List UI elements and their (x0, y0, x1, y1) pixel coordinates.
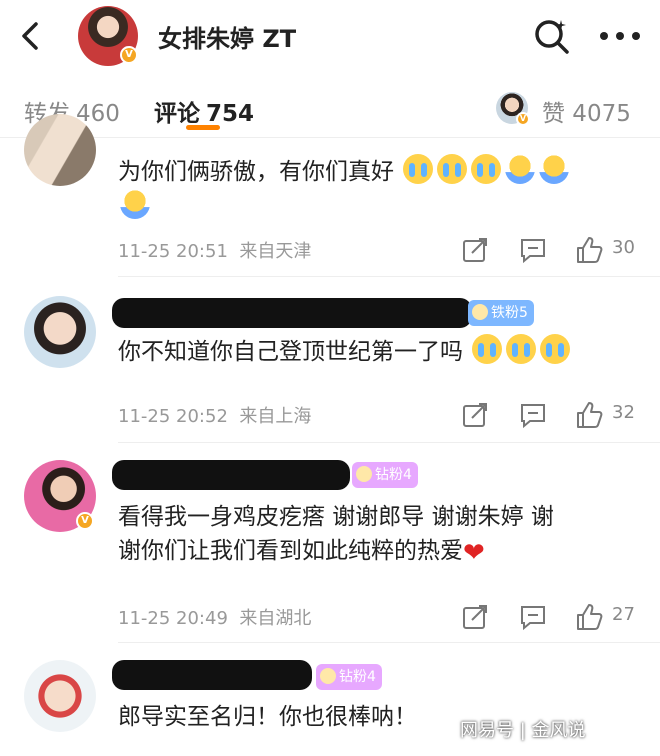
tab-comment[interactable]: 评论 754 (154, 94, 254, 128)
comment-time: 11-25 20:51 (118, 241, 228, 262)
more-icon[interactable] (598, 22, 642, 50)
tab-comment-count: 754 (206, 101, 255, 127)
fan-badge: 钻粉4 (316, 664, 382, 690)
thumb-up-icon[interactable] (574, 235, 604, 265)
commenter-avatar[interactable] (24, 296, 96, 368)
thumb-up-icon[interactable] (574, 400, 604, 430)
comment-text: 为你们俩骄傲，有你们真好 (118, 154, 638, 224)
crying-emoji (506, 334, 537, 364)
search-icon[interactable] (532, 16, 572, 56)
reply-icon[interactable] (518, 235, 548, 265)
like-count: 32 (612, 402, 635, 423)
share-icon[interactable] (460, 400, 490, 430)
tab-comment-label: 评论 (154, 101, 200, 127)
comment-actions: 32 (460, 400, 650, 430)
heart-emoji: ❤ (463, 538, 485, 568)
badge-icon (472, 304, 488, 320)
comment-location: 来自湖北 (239, 608, 312, 629)
crying-emoji (437, 154, 468, 184)
page-title[interactable]: 女排朱婷 ZT (158, 19, 296, 54)
comment-location: 来自天津 (239, 241, 312, 262)
comment-text: 看得我一身鸡皮疙瘩 谢谢郎导 谢谢朱婷 谢 谢你们让我们看到如此纯粹的热爱❤ (118, 500, 638, 570)
like-count: 27 (612, 604, 635, 625)
username-redacted[interactable] (112, 298, 472, 328)
watermark: 网易号 | 金风说 (460, 720, 586, 741)
comment-text-line: 为你们俩骄傲，有你们真好 (118, 159, 394, 185)
comment-time: 11-25 20:52 (118, 406, 228, 427)
badge-icon (356, 466, 372, 482)
reply-icon[interactable] (518, 400, 548, 430)
tab-likes[interactable]: 赞 4075 (542, 94, 631, 128)
comment-text-line: 谢你们让我们看到如此纯粹的热爱 (118, 538, 463, 564)
verified-badge: V (76, 512, 94, 530)
comment-location: 来自上海 (239, 406, 312, 427)
liker-verified-badge: V (516, 112, 530, 126)
hug-emoji (539, 154, 570, 184)
divider (118, 442, 660, 443)
badge-icon (320, 668, 336, 684)
fan-badge: 铁粉5 (468, 300, 534, 326)
commenter-avatar[interactable] (24, 114, 96, 186)
crying-emoji (403, 154, 434, 184)
comment-time: 11-25 20:49 (118, 608, 228, 629)
reply-icon[interactable] (518, 602, 548, 632)
comment-text-line: 你不知道你自己登顶世纪第一了吗 (118, 339, 463, 365)
comment-meta: 11-25 20:49 来自湖北 (118, 604, 311, 630)
back-arrow-icon[interactable] (14, 18, 50, 54)
active-tab-indicator (186, 125, 220, 130)
comment-actions: 30 (460, 235, 650, 265)
top-bar: V 女排朱婷 ZT (0, 0, 660, 72)
fan-badge-label: 钻粉4 (339, 669, 376, 685)
crying-emoji (471, 154, 502, 184)
crying-emoji (540, 334, 571, 364)
username-redacted[interactable] (112, 660, 312, 690)
comment-meta: 11-25 20:51 来自天津 (118, 237, 311, 263)
comment-text: 你不知道你自己登顶世纪第一了吗 (118, 334, 648, 369)
fan-badge-label: 钻粉4 (375, 467, 412, 483)
fan-badge: 钻粉4 (352, 462, 418, 488)
commenter-avatar[interactable] (24, 660, 96, 732)
divider (118, 642, 660, 643)
verified-badge: V (120, 46, 138, 64)
hug-emoji (505, 154, 536, 184)
hug-emoji (120, 189, 150, 219)
crying-emoji (472, 334, 503, 364)
share-icon[interactable] (460, 235, 490, 265)
comment-meta: 11-25 20:52 来自上海 (118, 402, 311, 428)
comment-text-line: 看得我一身鸡皮疙瘩 谢谢郎导 谢谢朱婷 谢 (118, 504, 554, 530)
share-icon[interactable] (460, 602, 490, 632)
fan-badge-label: 铁粉5 (491, 305, 528, 321)
username-redacted[interactable] (112, 460, 350, 490)
comment-actions: 27 (460, 602, 650, 632)
divider (118, 276, 660, 277)
thumb-up-icon[interactable] (574, 602, 604, 632)
like-count: 30 (612, 237, 635, 258)
